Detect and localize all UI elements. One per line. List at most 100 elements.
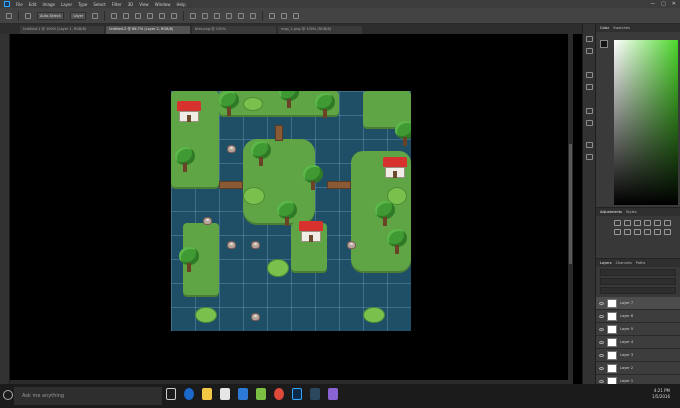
tab-document-1[interactable]: Untitled-1 @ 100% (Layer 1, RGB/8) bbox=[20, 26, 104, 34]
3d-mode-icon[interactable] bbox=[269, 12, 276, 19]
distribute-center-icon[interactable] bbox=[238, 12, 245, 19]
visibility-eye-icon[interactable] bbox=[599, 314, 604, 318]
close-button[interactable]: ✕ bbox=[672, 1, 676, 7]
app-icon[interactable] bbox=[328, 388, 338, 400]
move-tool-preset-icon[interactable] bbox=[6, 12, 12, 19]
taskbar-search-box[interactable]: Ask me anything bbox=[14, 387, 162, 405]
notes-icon[interactable] bbox=[586, 154, 593, 160]
layer-filter-dropdown[interactable] bbox=[600, 269, 676, 276]
distribute-bottom-icon[interactable] bbox=[214, 12, 221, 19]
vertical-scrollbar[interactable] bbox=[568, 34, 573, 384]
align-right-icon[interactable] bbox=[171, 12, 178, 19]
show-transform-checkbox[interactable] bbox=[92, 12, 99, 19]
tab-channels[interactable]: Channels bbox=[616, 261, 632, 265]
layer-row[interactable]: Layer 4 bbox=[596, 336, 680, 349]
align-center-icon[interactable] bbox=[159, 12, 166, 19]
history-icon[interactable] bbox=[586, 36, 593, 42]
chrome-icon[interactable] bbox=[274, 388, 284, 400]
distribute-middle-icon[interactable] bbox=[202, 12, 209, 19]
menu-3d[interactable]: 3D bbox=[128, 2, 134, 7]
color-picker-field[interactable] bbox=[614, 40, 678, 205]
store-icon[interactable] bbox=[220, 388, 230, 400]
layer-row[interactable]: Layer 2 bbox=[596, 362, 680, 375]
auto-select-checkbox[interactable] bbox=[25, 12, 31, 19]
menu-file[interactable]: File bbox=[16, 2, 23, 7]
black-white-icon[interactable] bbox=[624, 229, 631, 235]
properties-icon[interactable] bbox=[586, 48, 593, 54]
align-left-icon[interactable] bbox=[147, 12, 154, 19]
canvas-area[interactable] bbox=[10, 34, 573, 384]
tab-swatches[interactable]: Swatches bbox=[613, 26, 630, 30]
brightness-contrast-icon[interactable] bbox=[614, 220, 621, 226]
menu-type[interactable]: Type bbox=[78, 2, 87, 7]
distribute-top-icon[interactable] bbox=[190, 12, 197, 19]
tab-document-3[interactable]: tiles.png @ 100% bbox=[192, 26, 276, 34]
visibility-eye-icon[interactable] bbox=[599, 379, 604, 383]
tab-styles[interactable]: Styles bbox=[626, 210, 637, 214]
align-top-icon[interactable] bbox=[111, 12, 118, 19]
curves-icon[interactable] bbox=[634, 220, 641, 226]
menu-view[interactable]: View bbox=[139, 2, 149, 7]
menu-window[interactable]: Window bbox=[155, 2, 171, 7]
photoshop-icon[interactable] bbox=[292, 388, 302, 400]
mail-icon[interactable] bbox=[238, 388, 248, 400]
lock-controls[interactable] bbox=[600, 287, 676, 294]
tab-layers[interactable]: Layers bbox=[600, 261, 612, 265]
start-button[interactable] bbox=[3, 390, 13, 400]
distribute-right-icon[interactable] bbox=[250, 12, 257, 19]
scroll-thumb[interactable] bbox=[569, 144, 572, 264]
tab-paths[interactable]: Paths bbox=[636, 261, 646, 265]
visibility-eye-icon[interactable] bbox=[599, 353, 604, 357]
exposure-icon[interactable] bbox=[644, 220, 651, 226]
3d-pan-icon[interactable] bbox=[293, 12, 300, 19]
visibility-eye-icon[interactable] bbox=[599, 366, 604, 370]
calendar-icon[interactable] bbox=[256, 388, 266, 400]
tab-adjustments[interactable]: Adjustments bbox=[600, 210, 622, 214]
tab-color[interactable]: Color bbox=[600, 26, 609, 30]
blend-mode-dropdown[interactable] bbox=[600, 278, 676, 285]
3d-rotate-icon[interactable] bbox=[281, 12, 288, 19]
foreground-color-swatch[interactable] bbox=[600, 40, 608, 48]
levels-icon[interactable] bbox=[624, 220, 631, 226]
color-balance-icon[interactable] bbox=[614, 229, 621, 235]
menu-filter[interactable]: Filter bbox=[112, 2, 122, 7]
edge-icon[interactable] bbox=[184, 388, 194, 400]
layer-row[interactable]: Layer 5 bbox=[596, 323, 680, 336]
menu-help[interactable]: Help bbox=[176, 2, 185, 7]
layer-row[interactable]: Layer 3 bbox=[596, 349, 680, 362]
maximize-button[interactable]: ▢ bbox=[661, 1, 666, 7]
steam-icon[interactable] bbox=[310, 388, 320, 400]
info-icon[interactable] bbox=[586, 142, 593, 148]
menu-layer[interactable]: Layer bbox=[61, 2, 72, 7]
brush-presets-icon[interactable] bbox=[586, 72, 593, 78]
tab-document-2[interactable]: Untitled-2 @ 66.7% (Layer 2, RGB/8) bbox=[106, 26, 190, 34]
character-icon[interactable] bbox=[586, 108, 593, 114]
minimize-button[interactable]: — bbox=[650, 1, 655, 7]
layer-row[interactable]: Layer 6 bbox=[596, 310, 680, 323]
game-map-document[interactable] bbox=[171, 91, 411, 331]
visibility-eye-icon[interactable] bbox=[599, 340, 604, 344]
color-lookup-icon[interactable] bbox=[654, 229, 661, 235]
task-view-icon[interactable] bbox=[166, 388, 176, 400]
hue-saturation-icon[interactable] bbox=[664, 220, 671, 226]
layer-row[interactable]: Layer 7 bbox=[596, 297, 680, 310]
tab-document-4[interactable]: map_1.png @ 100% (RGB/8) bbox=[278, 26, 362, 34]
paragraph-icon[interactable] bbox=[586, 120, 593, 126]
channel-mixer-icon[interactable] bbox=[644, 229, 651, 235]
visibility-eye-icon[interactable] bbox=[599, 301, 604, 305]
photo-filter-icon[interactable] bbox=[634, 229, 641, 235]
menu-image[interactable]: Image bbox=[42, 2, 55, 7]
align-bottom-icon[interactable] bbox=[135, 12, 142, 19]
menu-select[interactable]: Select bbox=[93, 2, 105, 7]
vibrance-icon[interactable] bbox=[654, 220, 661, 226]
visibility-eye-icon[interactable] bbox=[599, 327, 604, 331]
system-clock[interactable]: 4:21 PM 1/5/2016 bbox=[652, 388, 670, 400]
invert-icon[interactable] bbox=[664, 229, 671, 235]
color-swatches[interactable] bbox=[600, 40, 612, 60]
file-explorer-icon[interactable] bbox=[202, 388, 212, 400]
distribute-left-icon[interactable] bbox=[226, 12, 233, 19]
clone-source-icon[interactable] bbox=[586, 84, 593, 90]
auto-select-dropdown[interactable]: Layer bbox=[70, 11, 87, 20]
menu-edit[interactable]: Edit bbox=[29, 2, 37, 7]
align-middle-icon[interactable] bbox=[123, 12, 130, 19]
